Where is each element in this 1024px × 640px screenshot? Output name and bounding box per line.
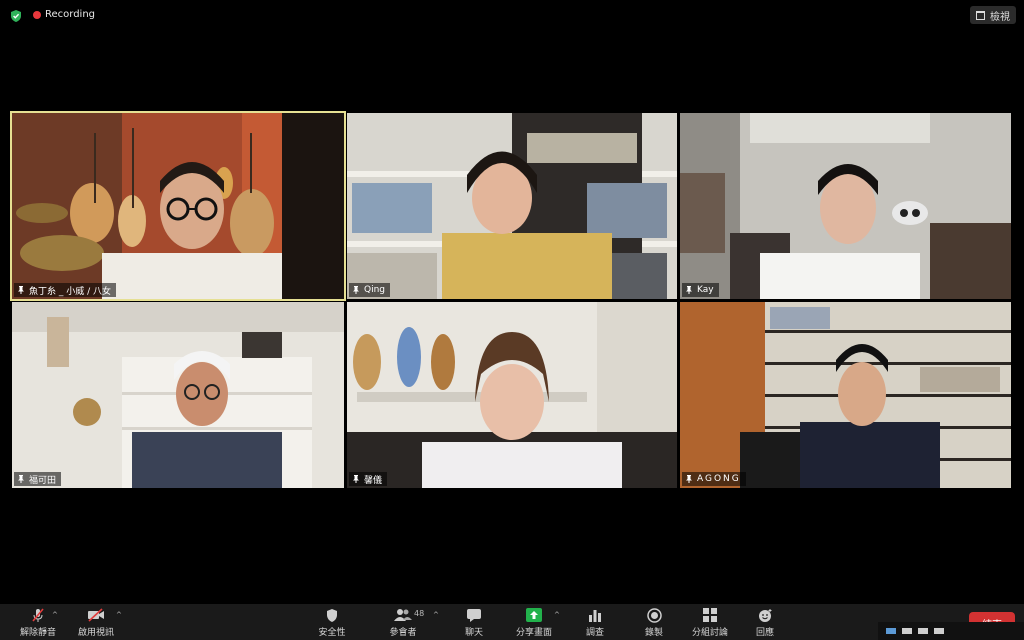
top-bar: Recording 檢視	[0, 0, 1024, 30]
unmute-button[interactable]: 解除靜音	[8, 607, 68, 638]
record-label: 錄製	[644, 628, 663, 638]
pin-icon	[18, 475, 24, 483]
participant-name-tag: 福可田	[14, 472, 62, 486]
video-options-chevron-icon[interactable]: ^	[116, 611, 122, 619]
meeting-toolbar: 解除靜音 ^ 啟用視訊 ^ 安全性 參會者 48 ^ 聊天 分享畫面 ^ 調查 …	[0, 604, 1024, 640]
tray-window-icon	[918, 628, 928, 634]
share-options-chevron-icon[interactable]: ^	[554, 611, 560, 619]
tray-window-icon	[934, 628, 944, 634]
grid-view-icon	[976, 10, 985, 20]
bar-chart-icon	[586, 607, 604, 623]
shield-icon	[323, 607, 341, 623]
participants-count: 48	[414, 609, 425, 618]
tray-window-icon	[902, 628, 912, 634]
share-screen-label: 分享畫面	[515, 628, 552, 638]
breakout-rooms-button[interactable]: 分組討論	[680, 607, 740, 638]
participant-name-tag: 魚丁糸 _ 小威 / 八女	[14, 283, 116, 297]
participant-name: Kay	[697, 285, 714, 295]
participant-name-tag: 馨儀	[349, 472, 388, 486]
participants-label: 參會者	[389, 628, 417, 638]
participant-name: AGONG	[697, 474, 741, 484]
security-button[interactable]: 安全性	[302, 607, 362, 638]
view-button[interactable]: 檢視	[970, 6, 1016, 24]
reactions-label: 回應	[755, 628, 774, 638]
security-shield-icon[interactable]	[9, 8, 23, 22]
chat-bubble-icon	[465, 607, 483, 623]
breakout-rooms-icon	[701, 607, 719, 623]
pin-icon	[353, 475, 359, 483]
view-label: 檢視	[990, 11, 1010, 23]
participant-name: Qing	[364, 285, 386, 295]
video-feed	[12, 113, 344, 299]
pin-icon	[353, 286, 359, 294]
unmute-label: 解除靜音	[19, 628, 56, 638]
video-feed	[680, 302, 1011, 488]
reactions-button[interactable]: 回應	[735, 607, 795, 638]
pin-icon	[18, 286, 24, 294]
video-tile-6[interactable]: AGONG	[680, 302, 1011, 488]
participant-name-tag: Qing	[349, 283, 391, 297]
recording-indicator[interactable]: Recording	[33, 9, 95, 20]
tray-window-icon	[886, 628, 896, 634]
participants-icon	[394, 607, 412, 623]
pin-icon	[686, 475, 692, 483]
video-tile-1[interactable]: 魚丁糸 _ 小威 / 八女	[10, 111, 346, 301]
participants-chevron-icon[interactable]: ^	[433, 611, 439, 619]
breakout-rooms-label: 分組討論	[691, 628, 728, 638]
video-tile-2[interactable]: Qing	[347, 113, 677, 299]
smiley-icon	[756, 607, 774, 623]
polls-button[interactable]: 調查	[565, 607, 625, 638]
polls-label: 調查	[585, 628, 604, 638]
video-feed	[347, 113, 677, 299]
minimized-window-strip[interactable]	[878, 622, 1024, 640]
chat-label: 聊天	[464, 628, 483, 638]
recording-label: Recording	[45, 9, 96, 20]
muted-mic-icon	[29, 607, 47, 623]
participant-name: 馨儀	[364, 475, 383, 486]
chat-button[interactable]: 聊天	[444, 607, 504, 638]
participant-name-tag: AGONG	[682, 472, 746, 486]
video-off-icon	[87, 607, 105, 623]
record-button[interactable]: 錄製	[624, 607, 684, 638]
video-tile-5[interactable]: 馨儀	[347, 302, 677, 488]
video-feed	[12, 302, 344, 488]
video-tile-4[interactable]: 福可田	[12, 302, 344, 488]
recording-dot-icon	[33, 10, 41, 19]
audio-options-chevron-icon[interactable]: ^	[52, 611, 58, 619]
pin-icon	[686, 286, 692, 294]
video-feed	[680, 113, 1011, 299]
video-tile-3[interactable]: Kay	[680, 113, 1011, 299]
record-icon	[645, 607, 663, 623]
start-video-label: 啟用視訊	[77, 628, 114, 638]
share-screen-icon	[525, 607, 543, 623]
video-feed	[347, 302, 677, 488]
participant-name: 福可田	[29, 475, 57, 486]
participant-name: 魚丁糸 _ 小威 / 八女	[29, 286, 111, 297]
participant-name-tag: Kay	[682, 283, 719, 297]
security-label: 安全性	[318, 628, 346, 638]
